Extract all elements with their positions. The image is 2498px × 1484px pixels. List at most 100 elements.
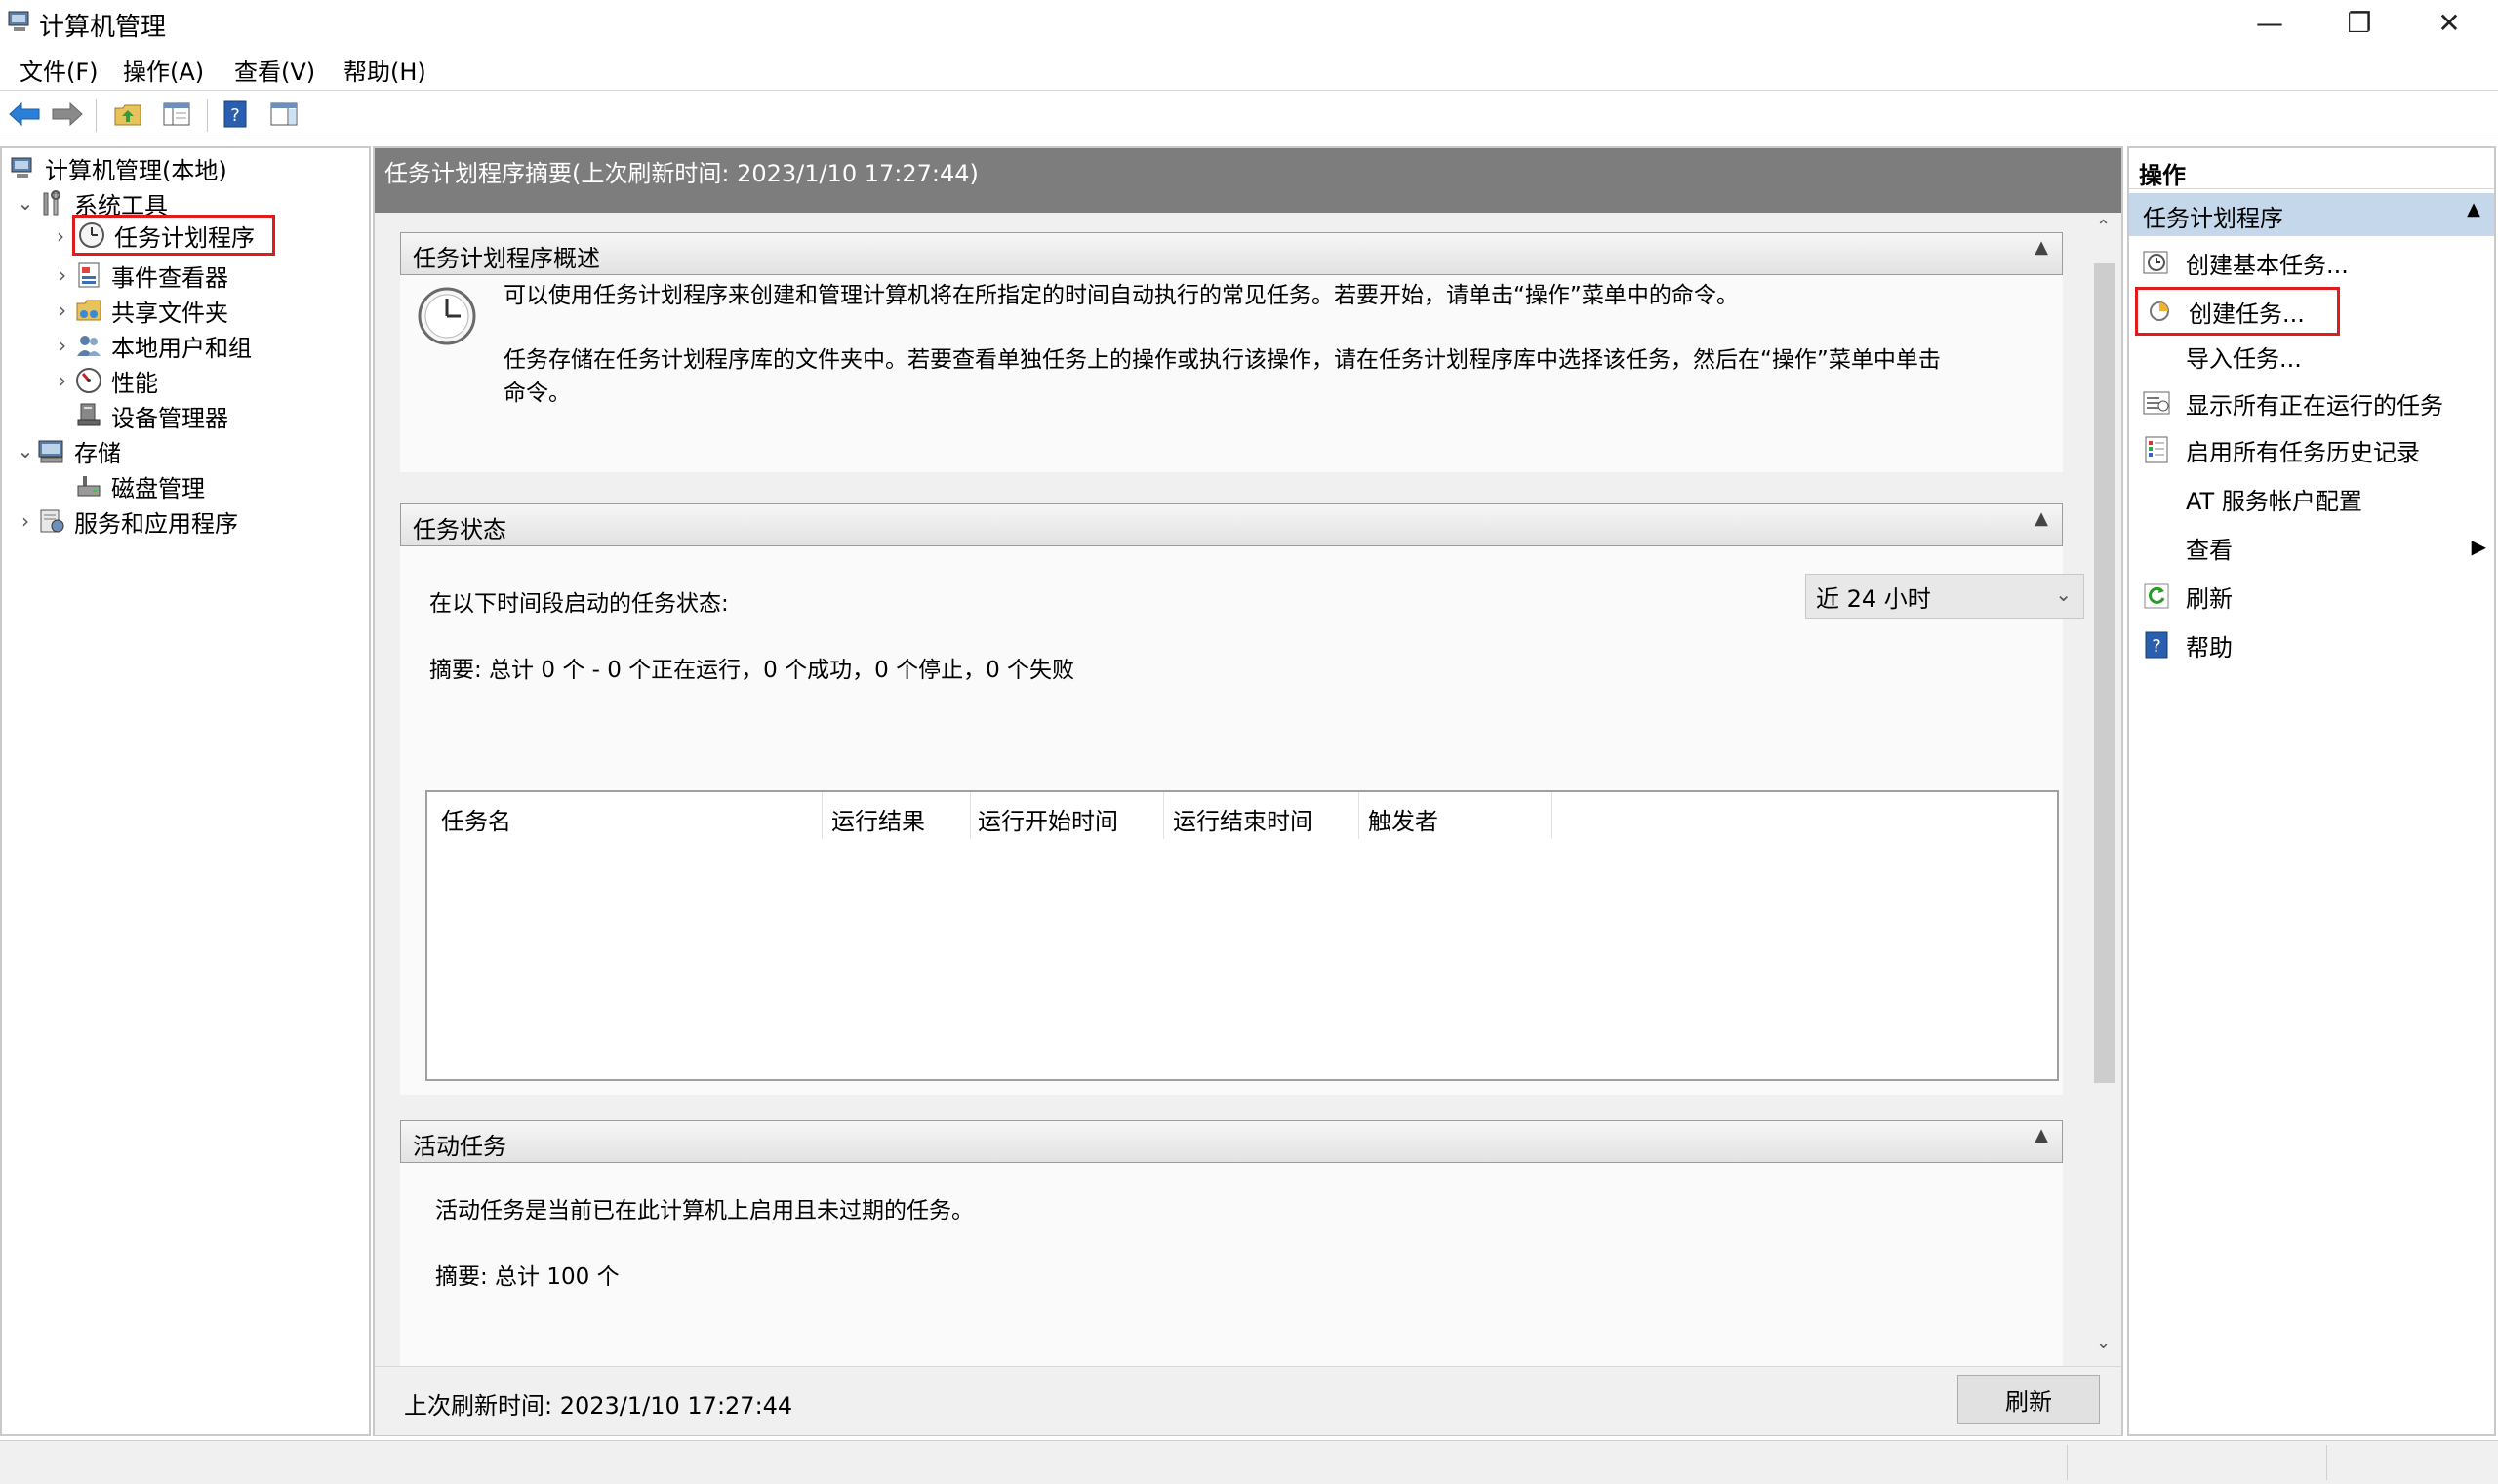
- actions-section-task-scheduler[interactable]: 任务计划程序 ▲: [2129, 193, 2494, 236]
- action-label: 显示所有正在运行的任务: [2186, 391, 2443, 420]
- tree-label: 设备管理器: [111, 404, 228, 432]
- create-task-icon: [2144, 296, 2175, 327]
- action-label: 帮助: [2186, 633, 2233, 662]
- users-icon: [74, 331, 103, 360]
- tree-label: 服务和应用程序: [74, 509, 238, 538]
- task-status-body: 在以下时间段启动的任务状态: 近 24 小时 ⌄ 摘要: 总计 0 个 - 0 …: [400, 546, 2084, 1095]
- chevron-down-icon[interactable]: ⌄: [14, 439, 37, 462]
- summary-footer: 上次刷新时间: 2023/1/10 17:27:44 刷新: [375, 1366, 2121, 1435]
- column-header-start-time[interactable]: 运行开始时间: [978, 802, 1118, 836]
- tree-item-event-viewer[interactable]: › 事件查看器: [51, 258, 228, 293]
- forward-icon[interactable]: [49, 97, 86, 132]
- chevron-down-icon[interactable]: ⌄: [14, 191, 37, 215]
- chevron-right-icon[interactable]: ›: [51, 334, 74, 357]
- active-tasks-body: 活动任务是当前已在此计算机上启用且未过期的任务。 摘要: 总计 100 个: [400, 1163, 2063, 1366]
- menu-file[interactable]: 文件(F): [20, 53, 99, 87]
- collapse-icon[interactable]: ▲: [2035, 508, 2048, 529]
- chevron-right-icon[interactable]: ›: [14, 509, 37, 533]
- tree-item-device-manager[interactable]: 设备管理器: [74, 398, 228, 433]
- tree-item-local-users[interactable]: › 本地用户和组: [51, 328, 252, 363]
- action-create-task[interactable]: 创建任务...: [2135, 287, 2340, 336]
- minimize-button[interactable]: —: [2225, 0, 2315, 45]
- computer-management-icon: [6, 8, 33, 41]
- action-import-task[interactable]: 导入任务...: [2141, 334, 2492, 379]
- collapse-icon[interactable]: ▲: [2035, 237, 2048, 258]
- services-icon: [37, 506, 66, 536]
- menu-action[interactable]: 操作(A): [123, 53, 204, 87]
- storage-icon: [37, 436, 66, 465]
- action-enable-history[interactable]: 启用所有任务历史记录: [2141, 427, 2492, 472]
- tree-item-shared-folders[interactable]: › 共享文件夹: [51, 293, 228, 328]
- tree-item-storage[interactable]: ⌄ 存储: [14, 433, 121, 468]
- help-icon: ?: [2141, 629, 2172, 661]
- action-view[interactable]: 查看 ▶: [2141, 525, 2492, 570]
- scrollbar-thumb[interactable]: [2094, 263, 2115, 1083]
- column-header-result[interactable]: 运行结果: [831, 802, 925, 836]
- summary-scroll-area: 任务计划程序概述 ▲ 可以使用任务计划程序来创建和管理计算机将在所指定的时间自动…: [375, 213, 2121, 1366]
- scroll-down-icon[interactable]: ⌄: [2096, 1333, 2111, 1353]
- chevron-right-icon[interactable]: ›: [51, 369, 74, 392]
- collapse-icon[interactable]: ▲: [2035, 1125, 2048, 1145]
- tree-item-services-apps[interactable]: › 服务和应用程序: [14, 503, 238, 539]
- column-header-end-time[interactable]: 运行结束时间: [1173, 802, 1313, 836]
- window-title: 计算机管理: [39, 13, 167, 42]
- period-select[interactable]: 近 24 小时 ⌄: [1805, 574, 2084, 619]
- restore-button[interactable]: ❐: [2315, 0, 2404, 45]
- up-folder-icon[interactable]: [109, 97, 146, 132]
- table-header-row: 任务名 运行结果 运行开始时间 运行结束时间 触发者: [427, 792, 2057, 841]
- refresh-button[interactable]: 刷新: [1957, 1375, 2100, 1424]
- task-status-table: 任务名 运行结果 运行开始时间 运行结束时间 触发者: [425, 790, 2059, 1081]
- clock-icon: [416, 285, 478, 353]
- history-icon: [2141, 434, 2172, 465]
- column-divider: [822, 792, 823, 839]
- tree-label: 共享文件夹: [111, 299, 228, 327]
- collapse-icon[interactable]: ▲: [2467, 199, 2480, 220]
- active-tasks-section-header[interactable]: 活动任务 ▲: [400, 1120, 2063, 1163]
- refresh-icon: [2141, 581, 2172, 612]
- actions-header: 操作: [2129, 148, 2494, 189]
- overview-text-2b: 命令。: [504, 381, 571, 406]
- back-icon[interactable]: [6, 97, 43, 132]
- column-header-task-name[interactable]: 任务名: [441, 802, 511, 836]
- help-icon[interactable]: ?: [217, 97, 254, 132]
- active-tasks-text: 活动任务是当前已在此计算机上启用且未过期的任务。: [435, 1198, 974, 1223]
- task-status-section-header[interactable]: 任务状态 ▲: [400, 503, 2063, 546]
- last-refresh-label: 上次刷新时间: 2023/1/10 17:27:44: [404, 1392, 793, 1420]
- scroll-up-icon[interactable]: ⌃: [2096, 217, 2111, 237]
- status-summary: 摘要: 总计 0 个 - 0 个正在运行，0 个成功，0 个停止，0 个失败: [429, 658, 1075, 683]
- tree-item-task-scheduler[interactable]: 任务计划程序: [72, 215, 275, 256]
- running-tasks-icon: [2141, 387, 2172, 419]
- toolbar: ?: [0, 90, 2498, 140]
- status-divider: [2326, 1445, 2327, 1480]
- column-divider: [1551, 792, 1552, 839]
- chevron-right-icon[interactable]: ›: [57, 224, 64, 248]
- chevron-right-icon[interactable]: ›: [51, 263, 74, 287]
- close-button[interactable]: ✕: [2404, 0, 2494, 45]
- menu-help[interactable]: 帮助(H): [343, 53, 426, 87]
- show-hide-tree-icon[interactable]: [158, 97, 195, 132]
- action-pane-icon[interactable]: [265, 97, 302, 132]
- svg-text:?: ?: [230, 105, 240, 126]
- action-help[interactable]: ? 帮助: [2141, 622, 2492, 667]
- summary-header: 任务计划程序摘要(上次刷新时间: 2023/1/10 17:27:44): [375, 148, 2121, 213]
- action-at-service-account[interactable]: AT 服务帐户配置: [2141, 476, 2492, 521]
- column-header-trigger[interactable]: 触发者: [1368, 802, 1438, 836]
- menu-view[interactable]: 查看(V): [234, 53, 315, 87]
- action-show-running-tasks[interactable]: 显示所有正在运行的任务: [2141, 381, 2492, 425]
- chevron-right-icon[interactable]: ›: [51, 299, 74, 322]
- status-bar: [0, 1440, 2498, 1484]
- overview-section-header[interactable]: 任务计划程序概述 ▲: [400, 232, 2063, 275]
- navigation-tree: 计算机管理(本地) ⌄ 系统工具 任务计划程序 › › 事件查看器 › 共享文件…: [0, 146, 371, 1436]
- vertical-scrollbar[interactable]: ⌃ ⌄: [2088, 213, 2121, 1366]
- tree-item-performance[interactable]: › 性能: [51, 363, 158, 398]
- svg-text:?: ?: [2152, 636, 2161, 657]
- period-select-value: 近 24 小时: [1816, 584, 1931, 613]
- action-refresh[interactable]: 刷新: [2141, 574, 2492, 619]
- tree-item-disk-management[interactable]: 磁盘管理: [74, 468, 205, 503]
- computer-management-icon: [8, 153, 37, 182]
- column-divider: [970, 792, 971, 839]
- tree-item-computer-management[interactable]: 计算机管理(本地): [8, 150, 227, 185]
- tree-label: 磁盘管理: [111, 474, 205, 502]
- tree-label: 事件查看器: [111, 263, 228, 292]
- action-create-basic-task[interactable]: 创建基本任务...: [2141, 240, 2492, 285]
